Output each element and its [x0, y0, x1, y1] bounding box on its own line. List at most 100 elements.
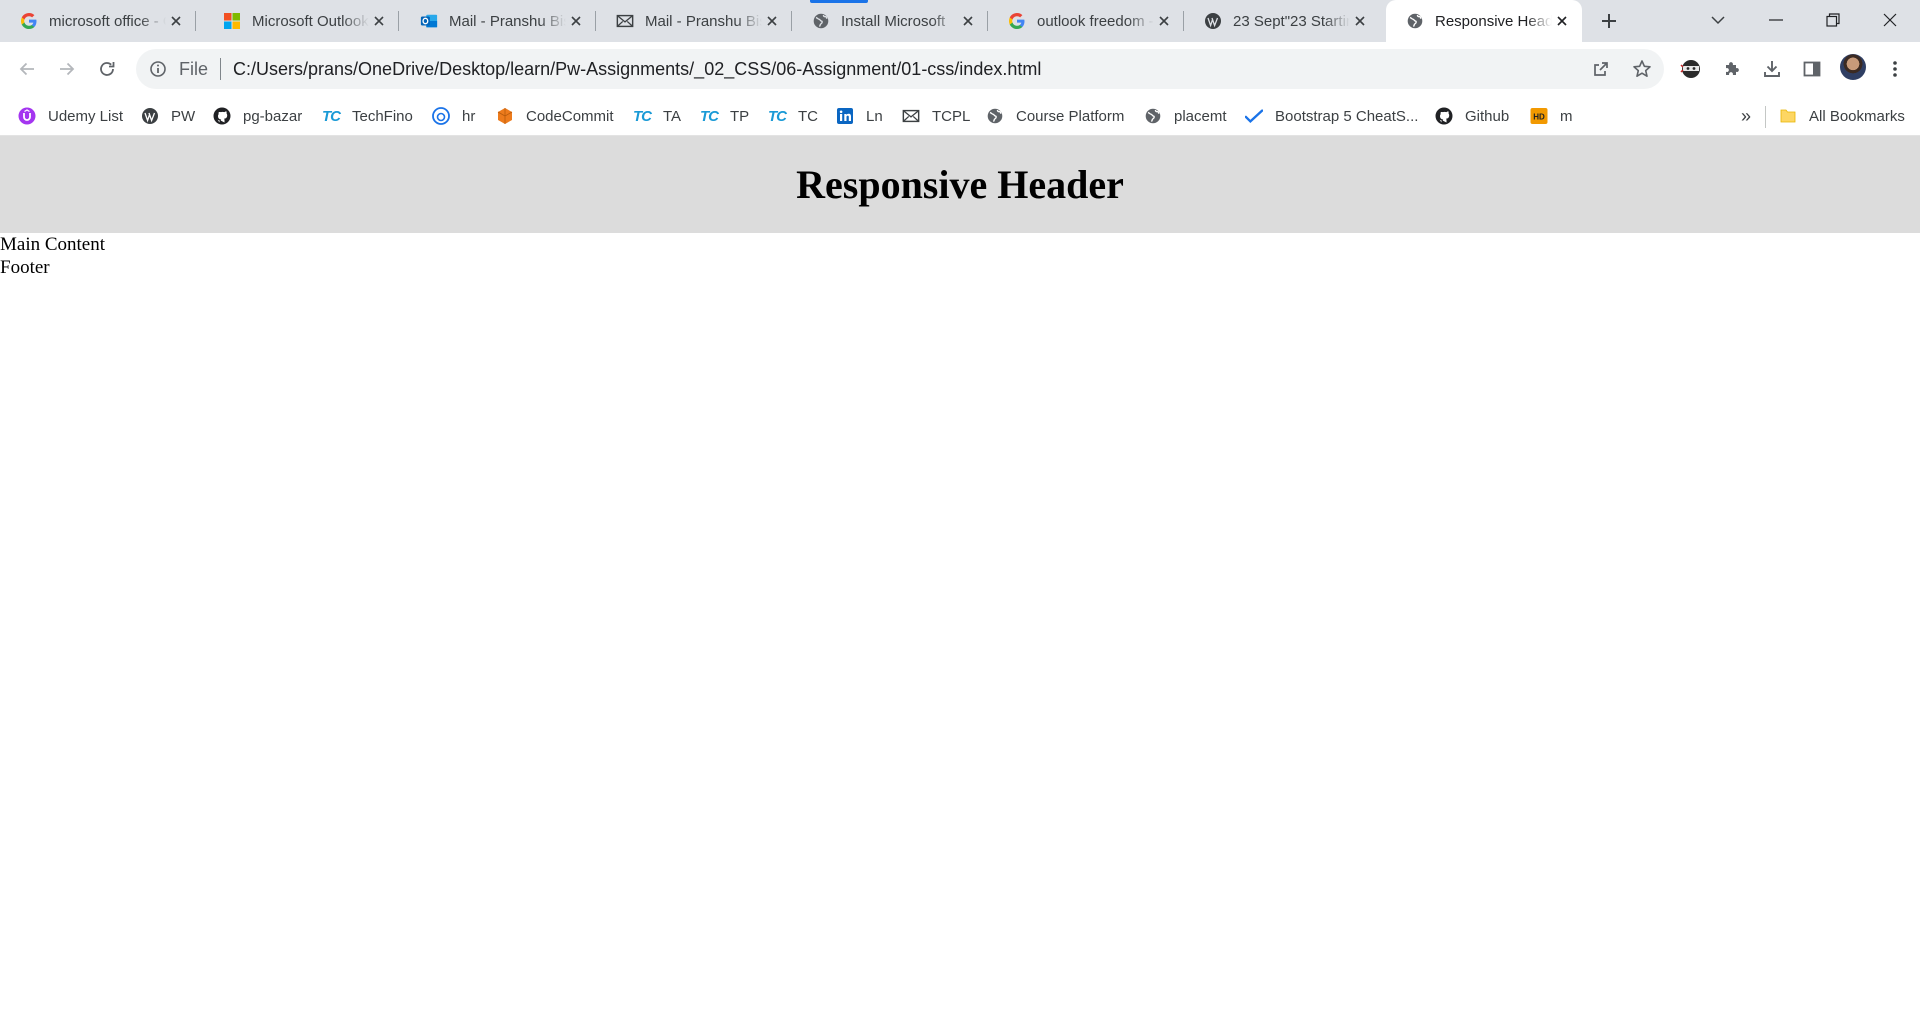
close-icon[interactable] [566, 11, 586, 31]
close-icon[interactable] [166, 11, 186, 31]
info-icon[interactable] [149, 60, 167, 78]
google-icon [1008, 12, 1026, 30]
extension-button[interactable] [1676, 54, 1706, 84]
bookmark-placemt[interactable]: placemt [1144, 104, 1227, 128]
bookmark-label: TechFino [352, 107, 413, 125]
forward-button[interactable] [52, 54, 82, 84]
side-panel-icon [1803, 61, 1821, 77]
bookmark-bootstrap-cheatsheet[interactable]: Bootstrap 5 CheatS... [1245, 104, 1418, 128]
bookmark-ta[interactable]: TC TA [633, 104, 681, 128]
globe-icon [812, 12, 830, 30]
page-header: Responsive Header [0, 136, 1920, 233]
bookmark-label: Course Platform [1016, 107, 1125, 125]
tab-title: Mail - Pranshu Bisht - Outlook [449, 12, 566, 30]
tab-responsive-header[interactable]: Responsive Header [1386, 0, 1582, 42]
tab-title: Responsive Header [1435, 12, 1552, 30]
bookmark-pw[interactable]: PW [141, 104, 195, 128]
side-panel-button[interactable] [1797, 54, 1827, 84]
bookmark-techfino[interactable]: TC TechFino [322, 104, 413, 128]
new-tab-button[interactable] [1595, 9, 1623, 33]
share-button[interactable] [1584, 52, 1618, 86]
reload-icon [100, 62, 115, 76]
tc-icon: TC [633, 107, 652, 125]
tab-install-microsoft[interactable]: Install Microsoft [792, 0, 988, 42]
bookmark-codecommit[interactable]: CodeCommit [496, 104, 614, 128]
downloads-button[interactable] [1757, 54, 1787, 84]
svg-text:HD: HD [1533, 113, 1545, 122]
tab-mail-outlook-2[interactable]: Mail - Pranshu Bisht - Outlook [596, 0, 792, 42]
github-icon [1435, 107, 1453, 125]
more-vertical-icon [1893, 61, 1897, 77]
tab-separator [195, 11, 196, 31]
mail-icon [616, 12, 634, 30]
close-icon[interactable] [369, 11, 389, 31]
linkedin-icon [836, 107, 854, 125]
tab-title: 23 Sept"23 Starting [1233, 12, 1350, 30]
close-icon[interactable] [1154, 11, 1174, 31]
tc-icon: TC [768, 107, 787, 125]
bookmark-m[interactable]: HD m [1530, 104, 1573, 128]
tab-23-sept[interactable]: 23 Sept"23 Starting [1184, 0, 1380, 42]
url-text[interactable]: C:/Users/prans/OneDrive/Desktop/learn/Pw… [233, 59, 1041, 80]
bookmark-star-button[interactable] [1625, 52, 1659, 86]
back-button[interactable] [12, 54, 42, 84]
bookmark-label: m [1560, 107, 1573, 125]
reload-button[interactable] [92, 54, 122, 84]
tab-mail-outlook-1[interactable]: Mail - Pranshu Bisht - Outlook [400, 0, 596, 42]
bookmark-pg-bazar[interactable]: pg-bazar [213, 104, 302, 128]
bookmark-label: pg-bazar [243, 107, 303, 125]
menu-button[interactable] [1880, 54, 1910, 84]
profile-avatar[interactable] [1840, 54, 1866, 80]
restore-button[interactable] [1805, 0, 1861, 40]
outlook-icon [420, 12, 438, 30]
close-icon [1883, 13, 1897, 27]
chevron-down-icon [1711, 16, 1725, 25]
bookmarks-bar: Udemy List PW pg-bazar TC TechFino hr Co… [0, 96, 1920, 136]
close-icon[interactable] [1552, 11, 1572, 31]
bookmark-github[interactable]: Github [1435, 104, 1509, 128]
udemy-icon [18, 107, 36, 125]
tab-search-button[interactable] [1690, 0, 1746, 40]
bookmark-label: Github [1465, 107, 1510, 125]
address-bar[interactable]: File C:/Users/prans/OneDrive/Desktop/lea… [136, 49, 1664, 89]
ninja-extension-icon [1680, 60, 1700, 78]
wordpress-icon [141, 107, 159, 125]
tab-google-search-2[interactable]: outlook freedom - Google Search [988, 0, 1184, 42]
bookmark-label: Ln [866, 107, 883, 125]
bookmark-tcpl[interactable]: TCPL [902, 104, 970, 128]
bookmark-tp[interactable]: TC TP [700, 104, 749, 128]
close-icon[interactable] [762, 11, 782, 31]
bookmark-label: TC [798, 107, 818, 125]
hd-icon: HD [1530, 107, 1548, 125]
web-page-viewport: Responsive Header Main Content Footer [0, 136, 1920, 1012]
minimize-button[interactable] [1748, 0, 1804, 40]
bookmark-label: hr [462, 107, 476, 125]
tab-separator [398, 11, 399, 31]
tab-strip: microsoft office - Google Search Microso… [0, 0, 1920, 42]
all-bookmarks-button[interactable]: All Bookmarks [1779, 104, 1905, 128]
mail-icon [902, 107, 920, 125]
bookmarks-overflow-button[interactable]: » [1741, 104, 1751, 128]
bookmark-udemy-list[interactable]: Udemy List [18, 104, 123, 128]
tab-title: Microsoft Outlook [252, 12, 369, 30]
close-icon[interactable] [958, 11, 978, 31]
bookmark-ln[interactable]: Ln [836, 104, 883, 128]
close-window-button[interactable] [1862, 0, 1918, 40]
tab-title: microsoft office - Google Search [49, 12, 166, 30]
tab-title: outlook freedom - Google Search [1037, 12, 1154, 30]
bookmark-course-platform[interactable]: Course Platform [986, 104, 1124, 128]
bookmark-hr[interactable]: hr [432, 104, 475, 128]
globe-icon [1406, 12, 1424, 30]
restore-icon [1826, 13, 1840, 27]
bookmark-label: All Bookmarks [1809, 107, 1905, 125]
bookmark-tc[interactable]: TC TC [768, 104, 818, 128]
bookmark-label: Bootstrap 5 CheatS... [1275, 107, 1419, 125]
tab-microsoft-outlook[interactable]: Microsoft Outlook [203, 0, 399, 42]
tab-google-search-1[interactable]: microsoft office - Google Search [0, 0, 196, 42]
extensions-menu-button[interactable] [1717, 54, 1747, 84]
folder-icon [1779, 107, 1797, 125]
edge-icon [432, 107, 450, 125]
close-icon[interactable] [1350, 11, 1370, 31]
browser-toolbar: File C:/Users/prans/OneDrive/Desktop/lea… [0, 42, 1920, 96]
codecommit-icon [496, 107, 514, 125]
